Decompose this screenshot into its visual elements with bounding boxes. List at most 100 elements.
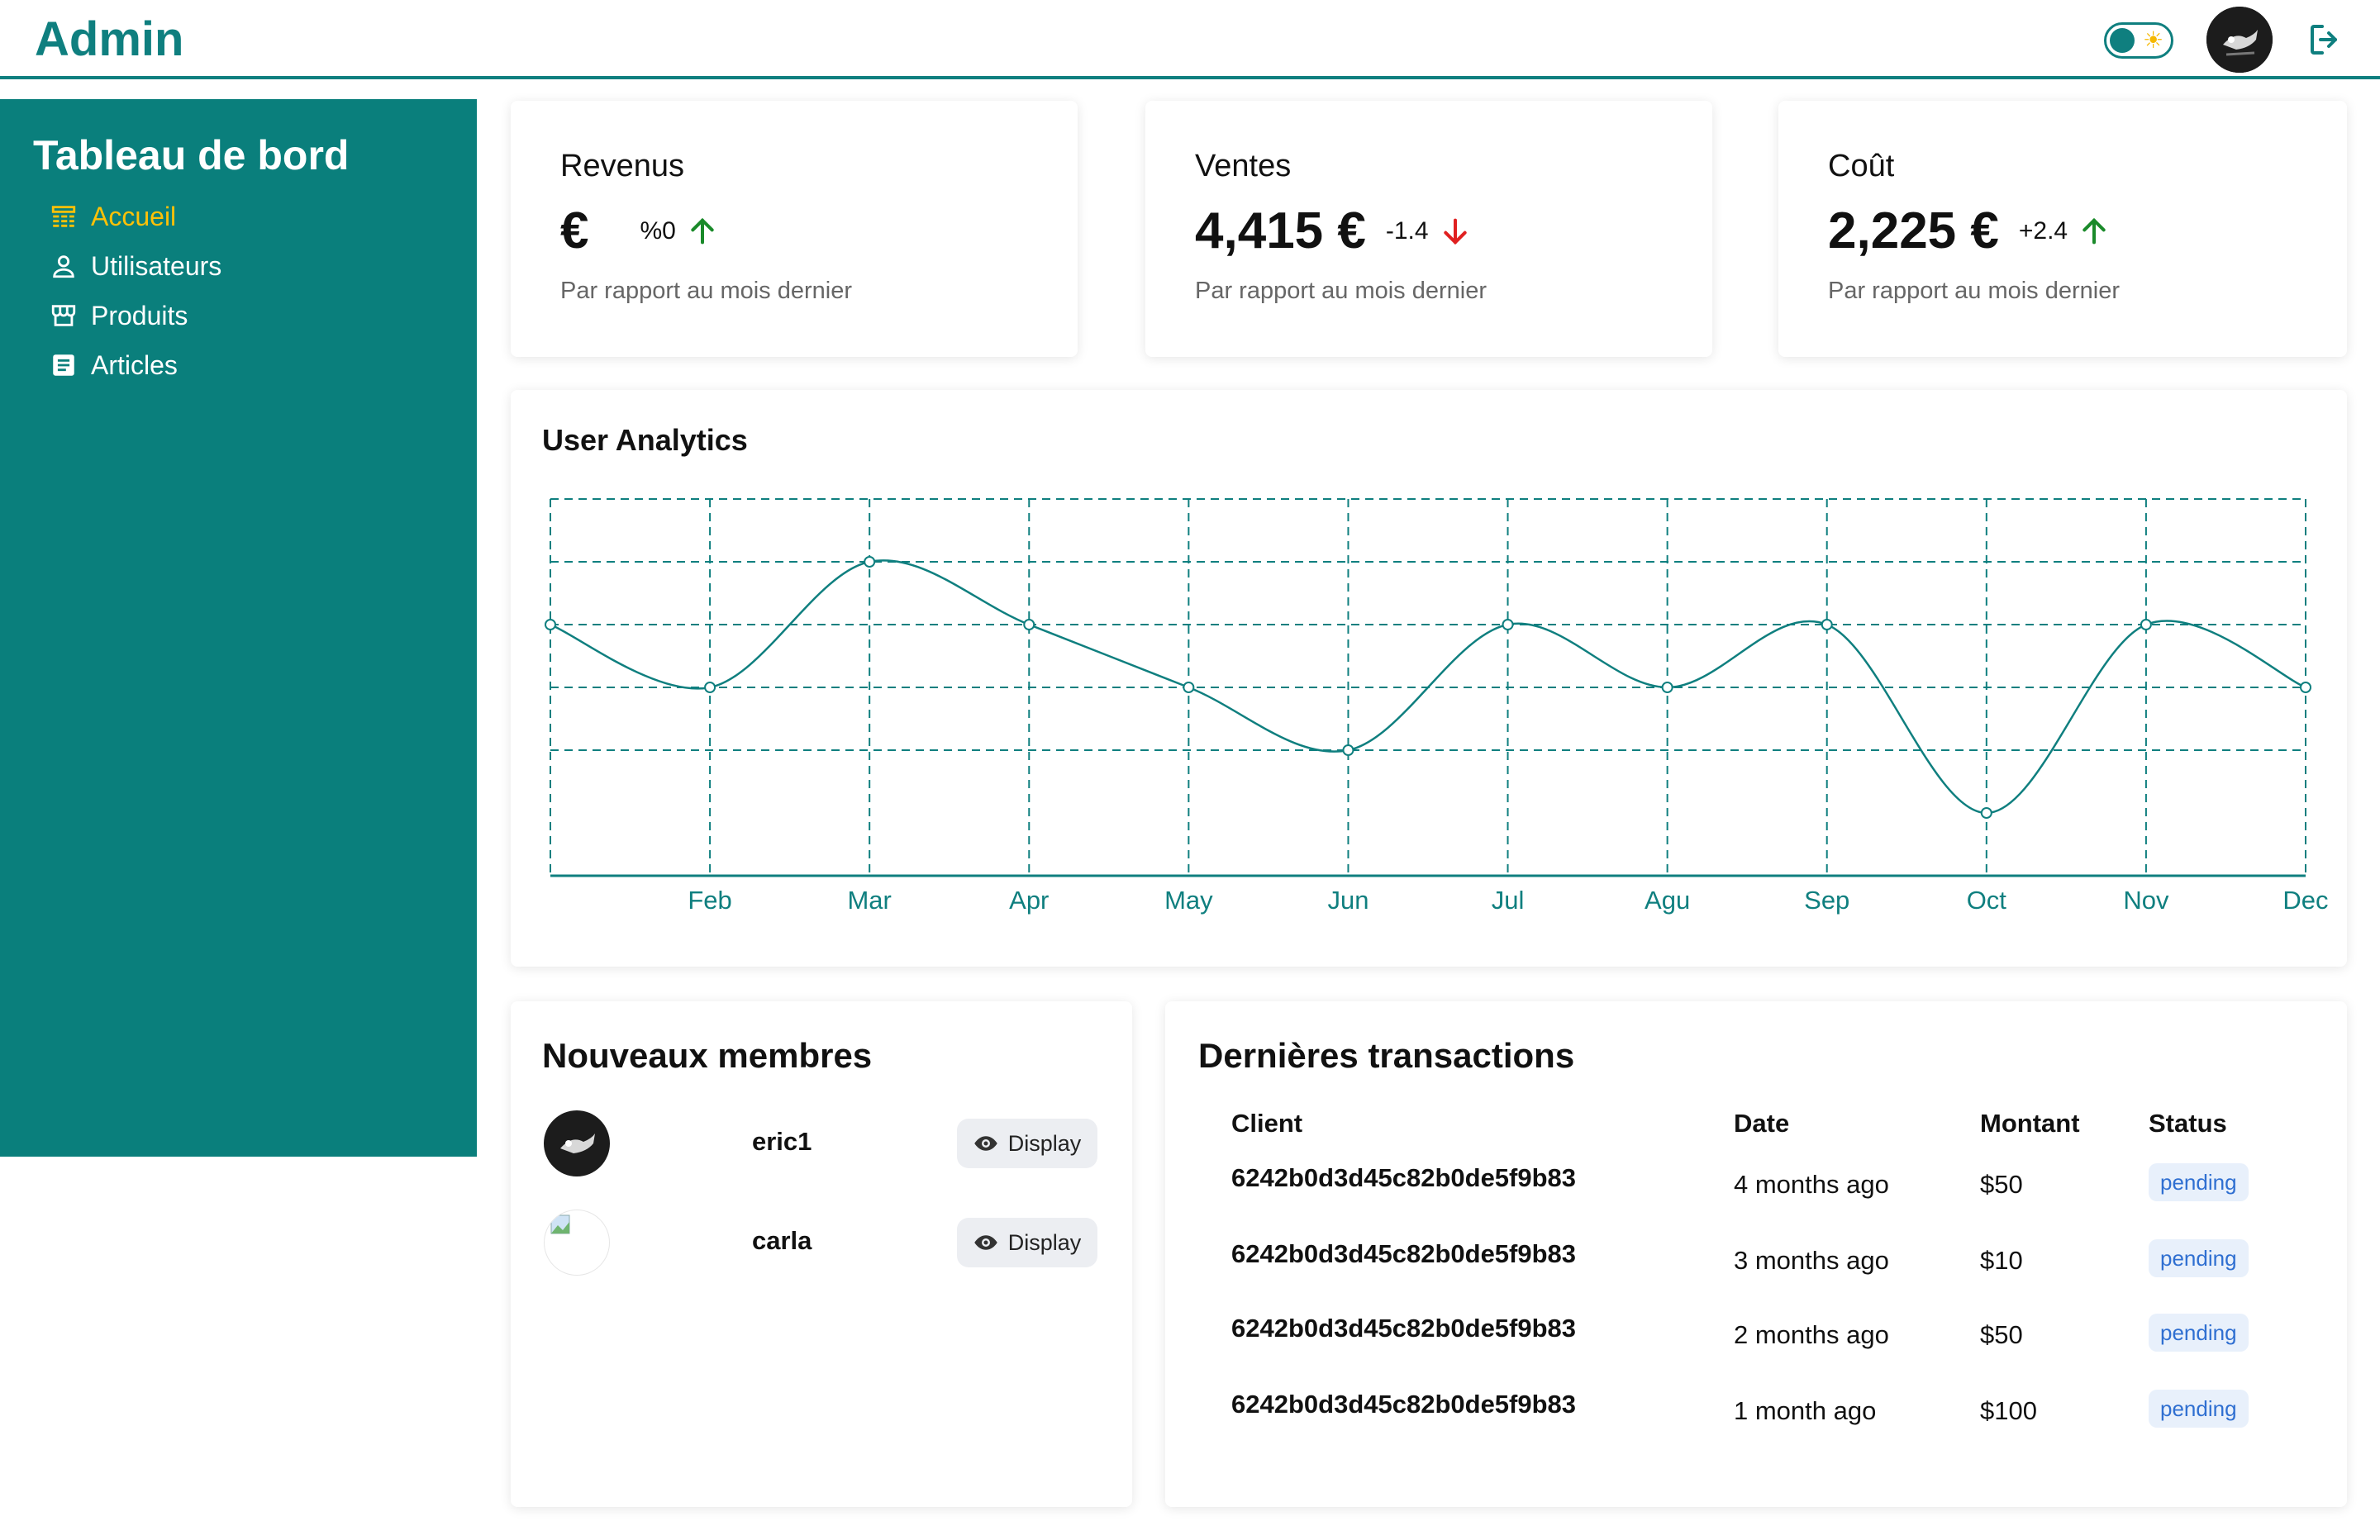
sidebar-item-label: Produits [91,300,188,330]
x-tick-label: Jun [1327,886,1368,915]
display-button[interactable]: Display [957,1218,1097,1267]
client-id: 6242b0d3d45c82b0de5f9b83 [1231,1163,1577,1192]
user-analytics-chart: Feb Mar Apr May Jun Jul Agu Sep Oct Nov Dec [545,498,2329,915]
dashboard-icon [50,202,78,231]
display-button[interactable]: Display [957,1119,1097,1168]
x-tick-label: Mar [847,886,891,915]
transaction-date: 1 month ago [1734,1396,1877,1425]
user-icon [50,252,78,280]
data-point [1183,682,1195,693]
sun-icon: ☀ [2143,27,2164,53]
transaction-amount: $10 [1980,1246,2023,1275]
avatar-image [2206,7,2273,73]
column-header-status: Status [2149,1109,2227,1138]
member-avatar [544,1110,610,1176]
kpi-card-cout: Coût 2,225 € +2.4 Par rapport au mois de… [1778,101,2347,357]
logout-icon[interactable] [2306,20,2345,59]
store-icon [50,302,78,330]
display-button-label: Display [1007,1130,1082,1156]
kpi-value: 2,225 € [1828,202,1999,259]
kpi-row: € %0 [560,202,719,260]
sidebar-item-accueil[interactable]: Accueil [50,192,221,241]
client-id: 6242b0d3d45c82b0de5f9b83 [1231,1314,1577,1343]
x-tick-label: Nov [2123,886,2169,915]
member-avatar-broken [544,1210,610,1276]
data-point [1502,619,1514,630]
members-title: Nouveaux membres [542,1036,873,1075]
table-row: 6242b0d3d45c82b0de5f9b83 2 months ago $5… [1165,1314,2349,1388]
status-badge: pending [2149,1314,2249,1352]
x-tick-label: Jul [1492,886,1525,915]
sidebar-nav: Accueil Utilisateurs Produits Articles [50,192,221,390]
kpi-subtitle: Par rapport au mois dernier [1828,278,2120,304]
column-header-date: Date [1734,1109,1790,1138]
transaction-date: 4 months ago [1734,1170,1889,1199]
kpi-value: € [560,202,589,259]
transaction-amount: $50 [1980,1320,2023,1349]
sidebar-item-label: Utilisateurs [91,250,222,281]
member-row: eric1 Display [544,1110,1109,1176]
kpi-card-revenus: Revenus € %0 Par rapport au mois dernier [511,101,1078,357]
app-title[interactable]: Admin [35,8,183,71]
status-badge: pending [2149,1163,2249,1201]
kpi-delta: +2.4 [2018,216,2068,245]
data-point [2140,619,2152,630]
x-tick-label: Sep [1804,886,1849,915]
transaction-amount: $100 [1980,1396,2037,1425]
kpi-card-ventes: Ventes 4,415 € -1.4 Par rapport au mois … [1145,101,1712,357]
kpi-title: Coût [1828,149,1895,183]
data-point [2300,682,2311,693]
data-point [1342,744,1354,756]
top-bar: Admin ☀ [0,0,2380,79]
sidebar-item-articles[interactable]: Articles [50,340,221,390]
data-point [545,619,556,630]
transactions-title: Dernières transactions [1198,1036,1575,1075]
kpi-value: 4,415 € [1195,202,1366,259]
article-icon [50,351,78,379]
column-header-montant: Montant [1980,1109,2080,1138]
transaction-date: 2 months ago [1734,1320,1889,1349]
member-row: carla Display [544,1210,1109,1276]
kpi-row: 2,225 € +2.4 [1828,202,2111,260]
kpi-subtitle: Par rapport au mois dernier [560,278,852,304]
column-header-client: Client [1231,1109,1303,1138]
eye-icon [973,1235,997,1250]
kpi-delta: %0 [640,216,676,245]
x-tick-label: Dec [2282,886,2328,915]
status-badge: pending [2149,1239,2249,1277]
client-id: 6242b0d3d45c82b0de5f9b83 [1231,1239,1577,1268]
table-row: 6242b0d3d45c82b0de5f9b83 1 month ago $10… [1165,1390,2349,1464]
transaction-amount: $50 [1980,1170,2023,1199]
member-name: carla [752,1226,812,1255]
kpi-title: Revenus [560,149,684,183]
display-button-label: Display [1007,1229,1082,1255]
arrow-up-icon [691,217,714,244]
member-name: eric1 [752,1127,812,1156]
data-point [704,682,716,693]
kpi-row: 4,415 € -1.4 [1195,202,1472,260]
sidebar-item-utilisateurs[interactable]: Utilisateurs [50,241,221,291]
table-row: 6242b0d3d45c82b0de5f9b83 4 months ago $5… [1165,1163,2349,1238]
sidebar-title: Tableau de bord [33,132,350,178]
new-members-card: Nouveaux membres eric1 Display carla Dis… [511,1001,1132,1507]
x-tick-label: Oct [1967,886,2007,915]
x-tick-label: Apr [1009,886,1049,915]
x-tick-label: Agu [1645,886,1690,915]
client-id: 6242b0d3d45c82b0de5f9b83 [1231,1390,1577,1419]
data-point [864,556,876,568]
data-point [1980,807,1992,819]
table-row: 6242b0d3d45c82b0de5f9b83 3 months ago $1… [1165,1239,2349,1314]
theme-toggle[interactable]: ☀ [2104,22,2173,59]
kpi-title: Ventes [1195,149,1292,183]
arrow-down-icon [1443,218,1467,245]
sidebar-item-label: Accueil [91,201,177,231]
arrow-up-icon [2082,217,2106,244]
x-tick-label: Feb [688,886,731,915]
user-analytics-card: User Analytics Feb Mar Apr May Jun Jul Agu Sep O… [511,390,2347,967]
data-point [1661,682,1673,693]
transaction-date: 3 months ago [1734,1246,1889,1275]
user-avatar[interactable] [2206,7,2273,73]
sidebar-item-produits[interactable]: Produits [50,291,221,340]
x-tick-label: May [1164,886,1213,915]
sidebar: Tableau de bord Accueil Utilisateurs Pro… [0,99,477,1157]
